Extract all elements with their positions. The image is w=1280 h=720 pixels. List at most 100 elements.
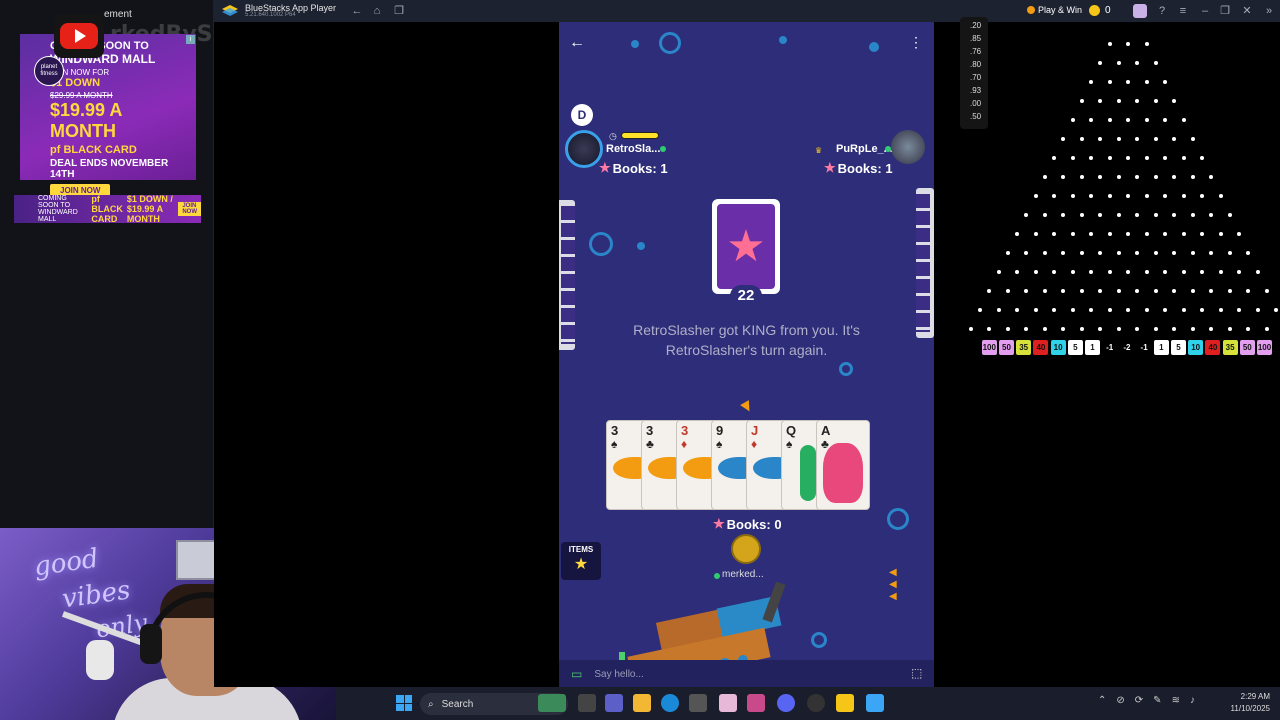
plinko-peg [996, 270, 1001, 274]
plinko-peg [1153, 327, 1158, 331]
close-icon[interactable]: ✕ [1240, 4, 1254, 18]
edge-icon[interactable] [661, 694, 679, 712]
obs-icon[interactable] [807, 694, 825, 712]
plinko-peg [1116, 99, 1121, 103]
plinko-peg [1153, 99, 1158, 103]
coin-count: 0 [1105, 5, 1111, 16]
plinko-peg [1190, 289, 1195, 293]
plinko-peg [1163, 270, 1167, 274]
sync-icon[interactable]: ⟳ [1135, 695, 1143, 706]
opponent2-books: ★ Books: 1 [824, 160, 893, 176]
banner-join-button[interactable]: JOIN NOW [178, 202, 201, 216]
menu-icon[interactable]: ≡ [1176, 4, 1190, 18]
chat-send-icon[interactable]: ⬚ [911, 666, 922, 680]
wifi-icon[interactable]: ≋ [1172, 695, 1180, 706]
plinko-bucket: 5 [1171, 340, 1186, 355]
plinko-peg [1163, 118, 1167, 122]
hand-card[interactable]: A ♣ [816, 420, 870, 510]
weather-widget-icon[interactable] [538, 694, 566, 712]
profile-avatar[interactable] [1133, 4, 1147, 18]
ad-info-icon[interactable]: i [186, 35, 195, 44]
plinko-peg [1144, 232, 1149, 236]
bubble-decoration [637, 242, 645, 250]
help-icon[interactable]: ? [1155, 4, 1169, 18]
plinko-peg [1126, 232, 1130, 236]
card-rank: 3 [681, 423, 689, 438]
back-arrow-icon[interactable]: ← [569, 34, 585, 52]
plinko-peg [1079, 289, 1084, 293]
mute-icon[interactable]: ⊘ [1116, 695, 1124, 706]
pen-icon[interactable]: ✎ [1153, 695, 1161, 706]
chat-input[interactable]: Say hello... [594, 669, 643, 680]
card-rank: J [751, 423, 759, 438]
volume-icon[interactable]: ♪ [1190, 695, 1195, 706]
ad-line-strike: $29.99 A MONTH [50, 91, 113, 100]
minimize-icon[interactable]: – [1198, 4, 1212, 18]
plinko-peg [1190, 327, 1195, 331]
headset-earcup-left [140, 624, 162, 664]
plinko-peg [1033, 232, 1038, 236]
multiplier-history-item: .76 [970, 47, 982, 56]
file-explorer-icon[interactable] [633, 694, 651, 712]
draw-pile[interactable]: ★ [712, 199, 780, 294]
plinko-peg [1163, 232, 1167, 236]
notepad-icon[interactable] [866, 694, 884, 712]
plinko-peg [1153, 213, 1158, 217]
back-icon[interactable]: ← [350, 4, 364, 18]
plinko-peg [1015, 308, 1019, 312]
bluestacks-taskbar-icon[interactable] [836, 694, 854, 712]
game-status-message: RetroSlasher got KING from you. It's Ret… [633, 322, 860, 358]
planet-fitness-banner-ad[interactable]: COMING SOON TO WINDWARD MALL pf BLACK CA… [14, 194, 201, 224]
plinko-peg [1144, 270, 1149, 274]
plinko-peg [1227, 327, 1232, 331]
ad-price: $19.99 A MONTH [50, 100, 122, 141]
my-avatar[interactable] [731, 534, 761, 564]
plinko-peg [1107, 194, 1112, 198]
card-rank: 3 [646, 423, 654, 438]
plinko-peg [1089, 232, 1093, 236]
plinko-bucket: 1 [1085, 340, 1100, 355]
more-options-icon[interactable]: ⋮ [909, 34, 923, 51]
chevron-up-icon[interactable]: ⌃ [1098, 695, 1106, 706]
plinko-peg [1107, 308, 1112, 312]
plinko-peg [1190, 175, 1195, 179]
task-view-icon[interactable] [578, 694, 596, 712]
plinko-peg [1144, 42, 1149, 46]
plinko-peg [1052, 270, 1056, 274]
plinko-peg [1116, 137, 1121, 141]
store-icon[interactable] [689, 694, 707, 712]
coin-balance[interactable]: 0 [1089, 5, 1111, 16]
maximize-icon[interactable]: ❐ [1218, 4, 1232, 18]
taskbar-clock[interactable]: 2:29 AM 11/10/2025 [1220, 691, 1270, 715]
teams-icon[interactable] [605, 694, 623, 712]
chat-bar[interactable]: ▭ Say hello... [559, 660, 934, 687]
plinko-peg [1015, 270, 1019, 274]
plinko-peg [1052, 156, 1056, 160]
banner-card-text: pf BLACK CARD [91, 194, 123, 224]
opponent1-card-stack [559, 200, 575, 350]
items-button[interactable]: ITEMS ★ [561, 542, 601, 580]
windows-start-icon[interactable] [396, 695, 412, 711]
plinko-peg [1116, 61, 1121, 65]
play-win-button[interactable]: Play & Win [1027, 5, 1082, 15]
ad-line-down: $1 DOWN [50, 77, 101, 89]
plinko-peg [1190, 137, 1195, 141]
system-tray[interactable]: ⌃ ⊘ ⟳ ✎ ≋ ♪ [1098, 695, 1195, 706]
plinko-bucket: -2 [1123, 343, 1131, 352]
plinko-peg [1218, 270, 1223, 274]
plinko-peg [1107, 156, 1112, 160]
home-icon[interactable]: ⌂ [370, 4, 384, 18]
app-icon[interactable] [719, 694, 737, 712]
plinko-peg [1033, 308, 1038, 312]
copilot-icon[interactable] [747, 694, 765, 712]
discord-icon[interactable] [777, 694, 795, 712]
recent-apps-icon[interactable]: ❐ [392, 4, 406, 18]
planet-fitness-ad[interactable]: planet fitness COMING SOON TO WINDWARD M… [20, 34, 196, 197]
multiplier-history-item: .93 [970, 86, 982, 95]
card-suit-icon: ♣ [646, 437, 654, 451]
sidebar-toggle-icon[interactable]: » [1262, 4, 1276, 18]
plinko-peg [1218, 232, 1223, 236]
opponent1-avatar[interactable] [565, 130, 603, 168]
coin-icon [1089, 5, 1100, 16]
opponent2-avatar[interactable] [891, 130, 925, 164]
